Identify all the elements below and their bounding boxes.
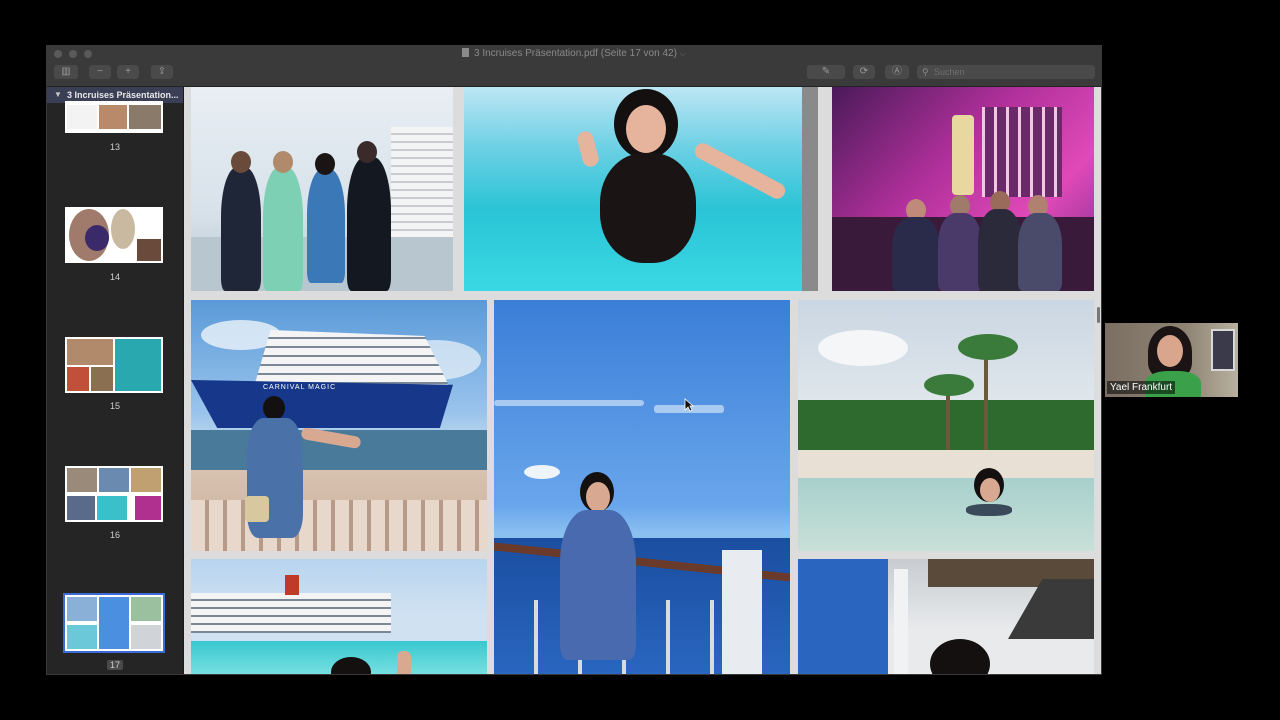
title-bar: 3 Incruises Präsentation.pdf (Seite 17 v… — [47, 46, 1101, 87]
disclosure-triangle-icon[interactable]: ▼ — [54, 90, 62, 99]
sidebar-toggle-button[interactable]: ▥ — [54, 65, 78, 79]
vertical-scrollbar[interactable] — [1097, 307, 1100, 323]
thumbnail-sidebar[interactable]: ▼ 3 Incruises Präsentation... 13 14 15 1… — [47, 87, 184, 674]
mouse-cursor-icon — [684, 398, 694, 412]
share-button[interactable]: ⇪ — [151, 65, 173, 79]
document-icon — [462, 48, 469, 57]
photo-group-on-deck — [191, 87, 453, 291]
photo-woman-in-pool — [464, 87, 818, 291]
rotate-button[interactable]: ⟳ — [853, 65, 875, 79]
ship-name-label: CARNIVAL MAGIC — [263, 384, 337, 391]
video-participant-tile[interactable]: Yael Frankfurt — [1105, 323, 1238, 397]
page-thumbnail-16[interactable] — [65, 466, 163, 522]
markup-button[interactable]: ✎ — [807, 65, 845, 79]
sidebar-document-name: 3 Incruises Präsentation... — [67, 90, 179, 100]
page-number-17: 17 — [47, 660, 183, 670]
page-thumbnail-17[interactable] — [63, 593, 165, 653]
zoom-in-button[interactable]: + — [117, 65, 139, 79]
window-title[interactable]: 3 Incruises Präsentation.pdf (Seite 17 v… — [47, 48, 1101, 59]
window-title-text: 3 Incruises Präsentation.pdf (Seite 17 v… — [474, 48, 677, 59]
pdf-page-view[interactable]: CARNIVAL MAGIC — [184, 87, 1101, 674]
page-thumbnail-13[interactable] — [65, 101, 163, 133]
annotate-button[interactable]: Ⓐ — [885, 65, 909, 79]
page-thumbnail-15[interactable] — [65, 337, 163, 393]
photo-ship-interior — [798, 559, 1094, 674]
page-thumbnail-14[interactable] — [65, 207, 163, 263]
page-number-17-label: 17 — [106, 660, 123, 670]
page-number-14: 14 — [109, 272, 120, 282]
page-number-13: 13 — [109, 142, 120, 152]
participant-name: Yael Frankfurt — [1107, 381, 1176, 394]
page-number-15: 15 — [109, 401, 120, 411]
page-number-16: 16 — [109, 530, 120, 540]
preview-window: 3 Incruises Präsentation.pdf (Seite 17 v… — [46, 45, 1102, 675]
photo-woman-in-sea — [798, 300, 1094, 551]
zoom-out-button[interactable]: − — [89, 65, 111, 79]
photo-ship-at-beach — [191, 559, 487, 674]
photo-woman-with-ship: CARNIVAL MAGIC — [191, 300, 487, 551]
search-field[interactable]: ⚲ Suchen — [917, 65, 1095, 79]
search-placeholder: Suchen — [934, 67, 965, 77]
photo-group-in-lounge — [832, 87, 1094, 291]
photo-woman-on-balcony — [494, 300, 790, 674]
search-icon: ⚲ — [922, 67, 929, 77]
chevron-down-icon: ⌵ — [679, 49, 686, 58]
